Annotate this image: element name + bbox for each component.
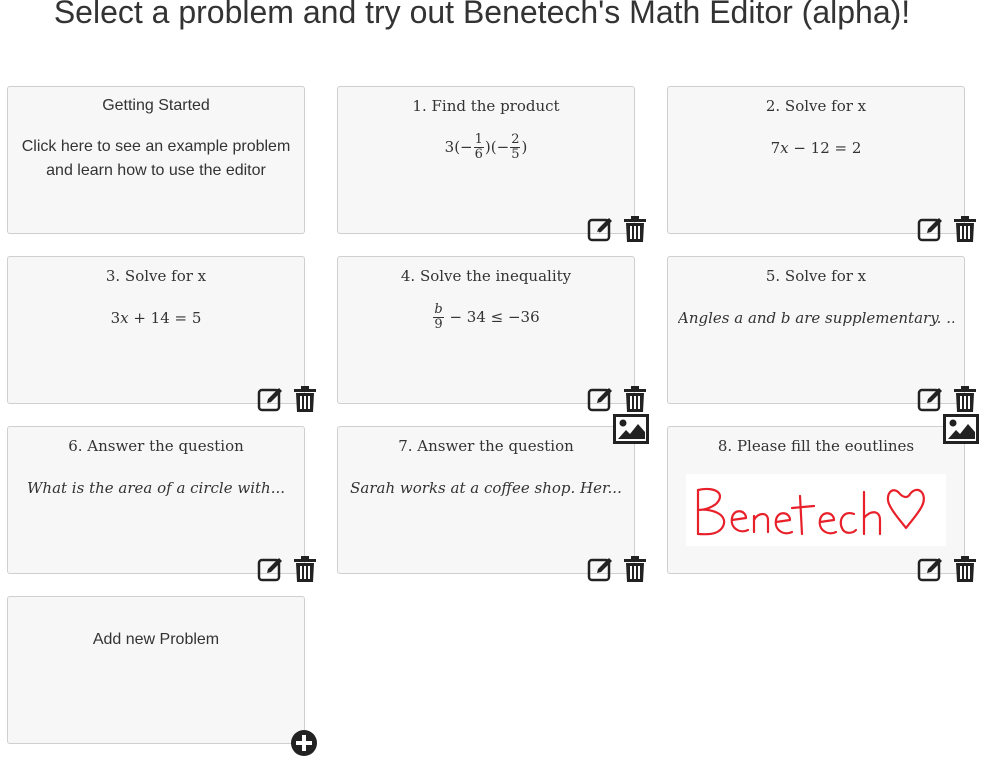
edit-icon[interactable]	[587, 214, 615, 244]
problem-card-2[interactable]: 2. Solve for x 7x − 12 = 2	[667, 86, 976, 242]
problem-expression: 7x − 12 = 2	[770, 139, 862, 157]
problem-title: 3. Solve for x	[105, 267, 207, 285]
problem-title: 8. Please fill the eoutlines	[717, 437, 915, 455]
card-description: Click here to see an example problem and…	[21, 138, 291, 179]
page-title: Select a problem and try out Benetech's …	[53, 0, 911, 30]
trash-icon[interactable]	[621, 214, 649, 244]
problem-card-1[interactable]: 1. Find the product 3(− 1 6)(− 2 5)	[337, 86, 646, 242]
trash-icon[interactable]	[951, 384, 979, 414]
edit-icon[interactable]	[257, 384, 285, 414]
trash-icon[interactable]	[291, 384, 319, 414]
benetech-drawing-image	[686, 474, 946, 546]
plus-circle-icon[interactable]	[290, 729, 318, 757]
problem-card-6[interactable]: 6. Answer the question What is the area …	[7, 426, 316, 582]
edit-icon[interactable]	[587, 554, 615, 584]
problem-expression: 3x + 14 = 5	[110, 309, 202, 327]
problem-title: 1. Find the product	[412, 97, 560, 115]
problem-title: 7. Answer the question	[398, 437, 574, 455]
add-problem-label: Add new Problem	[92, 631, 220, 648]
problem-card-3[interactable]: 3. Solve for x 3x + 14 = 5	[7, 256, 316, 412]
edit-icon[interactable]	[257, 554, 285, 584]
problem-expression: b9 − 34 ≤ −36	[433, 303, 540, 332]
edit-icon[interactable]	[587, 384, 615, 414]
problem-title: 2. Solve for x	[765, 97, 867, 115]
problem-expression: Sarah works at a coffee shop. Her...	[350, 479, 622, 497]
problem-title: 4. Solve the inequality	[400, 267, 572, 285]
edit-icon[interactable]	[917, 214, 945, 244]
add-problem-card[interactable]: Add new Problem	[7, 596, 317, 756]
problem-expression: What is the area of a circle with...	[26, 479, 286, 497]
trash-icon[interactable]	[621, 384, 649, 414]
edit-icon[interactable]	[917, 384, 945, 414]
problem-card-7[interactable]: 7. Answer the question Sarah works at a …	[337, 414, 649, 582]
trash-icon[interactable]	[291, 554, 319, 584]
problem-title: 6. Answer the question	[68, 437, 244, 455]
trash-icon[interactable]	[951, 214, 979, 244]
trash-icon[interactable]	[621, 554, 649, 584]
problem-card-4[interactable]: 4. Solve the inequality b9 − 34 ≤ −36	[337, 256, 646, 412]
problem-expression: 3(− 1 6)(− 2 5)	[444, 133, 528, 162]
edit-icon[interactable]	[917, 554, 945, 584]
trash-icon[interactable]	[951, 554, 979, 584]
problem-card-5[interactable]: 5. Solve for x Angles a and b are supple…	[667, 256, 976, 412]
problem-expression: Angles a and b are supplementary. ...	[678, 309, 954, 327]
card-title: Getting Started	[102, 97, 210, 114]
problem-card-8[interactable]: 8. Please fill the eoutlines	[667, 414, 979, 582]
getting-started-card[interactable]: Getting Started Click here to see an exa…	[7, 86, 305, 234]
problem-title: 5. Solve for x	[765, 267, 867, 285]
